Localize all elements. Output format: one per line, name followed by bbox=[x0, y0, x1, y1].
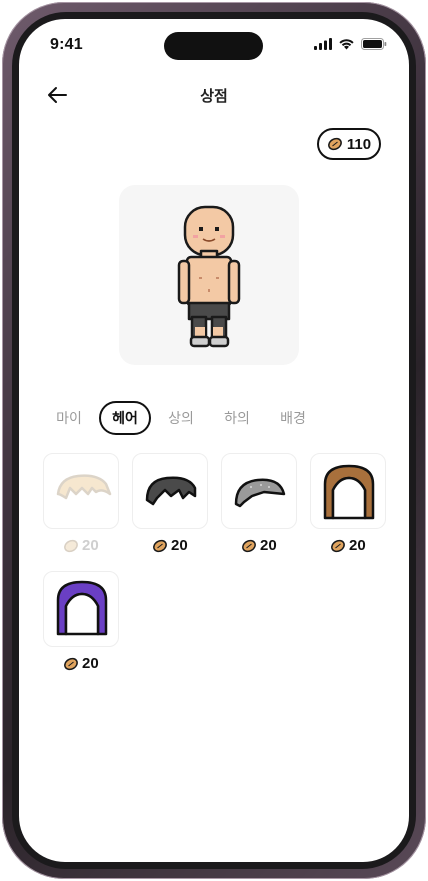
app-screen: 9:41 상점 110 마이 헤어 상의 하의 배경 20 20 20 20 2… bbox=[19, 19, 409, 862]
price-gray-hair: 20 bbox=[241, 537, 277, 554]
signal-icon bbox=[314, 38, 332, 50]
page-title: 상점 bbox=[200, 88, 228, 105]
tab-background[interactable]: 배경 bbox=[275, 401, 311, 435]
status-time: 9:41 bbox=[50, 36, 83, 53]
shop-item-gray-hair[interactable] bbox=[221, 453, 297, 529]
tab-top[interactable]: 상의 bbox=[163, 401, 199, 435]
wifi-icon bbox=[338, 38, 355, 50]
coin-icon bbox=[330, 539, 346, 553]
avatar-preview bbox=[119, 185, 299, 365]
coin-balance-value: 110 bbox=[346, 135, 372, 153]
status-icons bbox=[314, 38, 387, 50]
dynamic-island bbox=[164, 32, 263, 60]
price-value: 20 bbox=[82, 537, 99, 554]
coin-icon bbox=[327, 137, 343, 151]
tab-my[interactable]: 마이 bbox=[51, 401, 87, 435]
price-dark-gray-hair: 20 bbox=[152, 537, 188, 554]
shop-item-brown-long-hair[interactable] bbox=[310, 453, 386, 529]
price-blonde-hair: 20 bbox=[63, 537, 99, 554]
price-value: 20 bbox=[349, 537, 366, 554]
coin-icon bbox=[63, 539, 79, 553]
price-value: 20 bbox=[260, 537, 277, 554]
price-purple-long-hair: 20 bbox=[63, 655, 99, 672]
shop-item-purple-long-hair[interactable] bbox=[43, 571, 119, 647]
price-value: 20 bbox=[171, 537, 188, 554]
dark-gray-hair-icon bbox=[145, 476, 197, 506]
purple-long-hair-icon bbox=[56, 580, 108, 636]
coin-icon bbox=[241, 539, 257, 553]
tab-hair[interactable]: 헤어 bbox=[99, 401, 151, 435]
tab-bottom[interactable]: 하의 bbox=[219, 401, 255, 435]
coin-icon bbox=[152, 539, 168, 553]
price-brown-long-hair: 20 bbox=[330, 537, 366, 554]
price-value: 20 bbox=[82, 655, 99, 672]
shop-item-blonde-hair[interactable] bbox=[43, 453, 119, 529]
avatar-character-icon bbox=[177, 205, 241, 348]
gray-hair-icon bbox=[234, 478, 286, 508]
shop-item-dark-gray-hair[interactable] bbox=[132, 453, 208, 529]
coin-balance: 110 bbox=[317, 128, 381, 160]
coin-icon bbox=[63, 657, 79, 671]
battery-icon bbox=[361, 38, 387, 50]
brown-long-hair-icon bbox=[323, 464, 375, 520]
blonde-hair-icon bbox=[56, 474, 112, 500]
